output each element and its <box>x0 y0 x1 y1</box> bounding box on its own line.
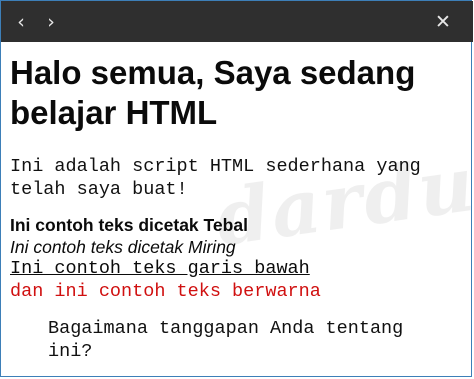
underline-text: Ini contoh teks garis bawah <box>10 258 310 279</box>
back-icon[interactable]: ‹ <box>9 1 33 42</box>
italic-text: Ini contoh teks dicetak Miring <box>10 237 236 257</box>
bold-text: Ini contoh teks dicetak Tebal <box>10 215 248 235</box>
close-icon[interactable]: ✕ <box>431 1 455 42</box>
colored-text: dan ini contoh teks berwarna <box>10 281 321 302</box>
question-blockquote: Bagaimana tanggapan Anda tentang ini? <box>48 318 404 362</box>
forward-icon[interactable]: › <box>39 1 63 42</box>
page-heading: Halo semua, Saya sedang belajar HTML <box>10 54 416 131</box>
titlebar: ‹ › ✕ <box>1 1 473 42</box>
intro-paragraph: Ini adalah script HTML sederhana yang te… <box>10 156 421 200</box>
